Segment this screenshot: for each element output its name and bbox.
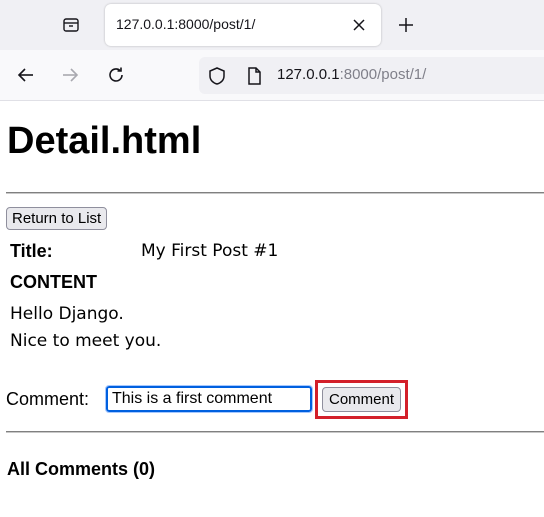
url-text: 127.0.0.1:8000/post/1/ — [277, 66, 426, 83]
tab-strip: 127.0.0.1:8000/post/1/ — [0, 0, 544, 50]
all-comments-heading: All Comments (0) — [7, 459, 156, 479]
tab-list-icon[interactable] — [56, 10, 86, 40]
url-path: :8000/post/1/ — [339, 66, 427, 83]
arrow-left-icon[interactable] — [12, 61, 40, 89]
divider — [6, 192, 544, 194]
url-bar[interactable]: 127.0.0.1:8000/post/1/ — [199, 57, 544, 94]
url-host: 127.0.0.1 — [277, 66, 340, 83]
divider — [6, 431, 544, 433]
highlight-box: Comment — [315, 380, 408, 419]
title-label: Title: — [10, 241, 53, 261]
active-tab[interactable]: 127.0.0.1:8000/post/1/ — [105, 4, 381, 46]
content-text-line: Nice to meet you. — [10, 331, 162, 351]
title-value: My First Post #1 — [141, 241, 279, 261]
arrow-right-icon[interactable] — [56, 61, 84, 89]
reload-icon[interactable] — [102, 61, 130, 89]
tab-title: 127.0.0.1:8000/post/1/ — [116, 16, 256, 32]
page-icon — [244, 66, 264, 86]
shield-icon[interactable] — [207, 66, 227, 86]
comment-input[interactable]: This is a first comment — [105, 385, 313, 413]
comment-submit-button[interactable]: Comment — [322, 387, 402, 412]
close-icon[interactable] — [347, 13, 371, 37]
navigation-toolbar: 127.0.0.1:8000/post/1/ — [0, 50, 544, 101]
plus-icon[interactable] — [392, 11, 420, 39]
return-to-list-button[interactable]: Return to List — [6, 207, 108, 230]
page-title: Detail.html — [7, 120, 202, 162]
content-label: CONTENT — [10, 272, 97, 292]
comment-label: Comment: — [6, 389, 90, 409]
content-text-line: Hello Django. — [10, 304, 124, 324]
